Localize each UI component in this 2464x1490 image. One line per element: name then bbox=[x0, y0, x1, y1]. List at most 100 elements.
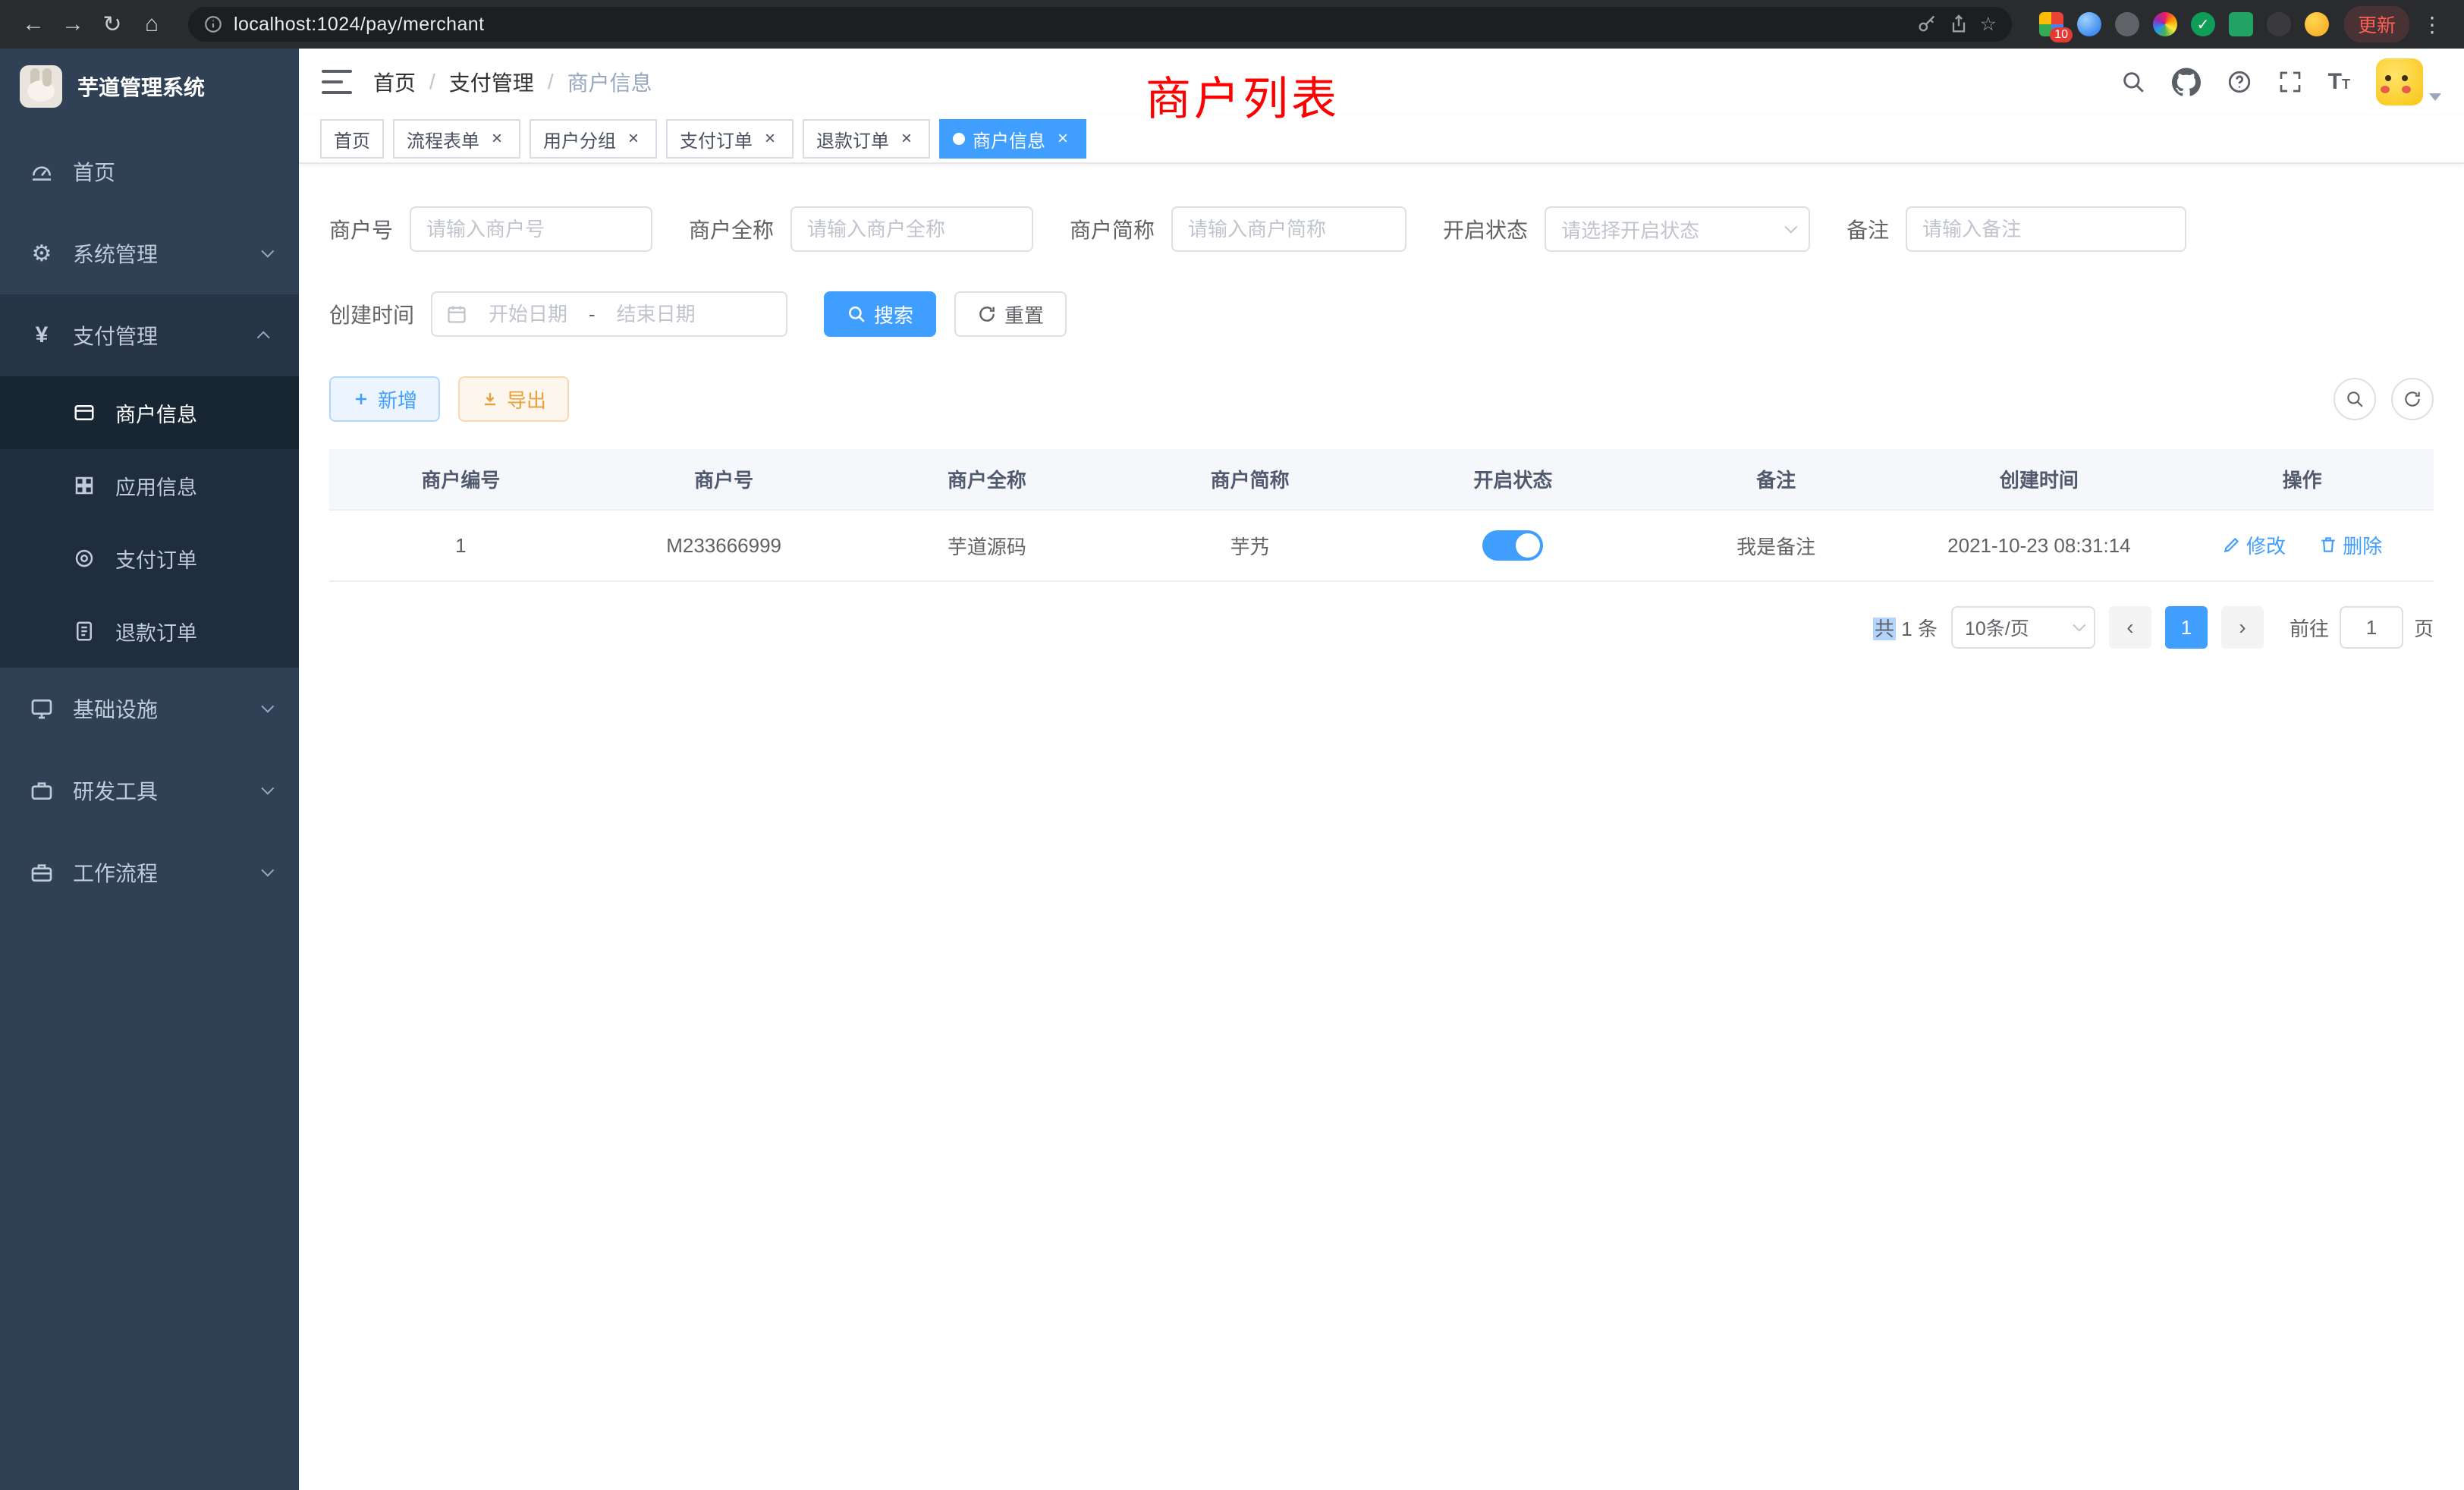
breadcrumb-home[interactable]: 首页 bbox=[373, 67, 416, 97]
tab-refund-order[interactable]: 退款订单 × bbox=[803, 119, 930, 159]
date-start-input[interactable] bbox=[476, 303, 580, 326]
browser-update-button[interactable]: 更新 bbox=[2344, 6, 2409, 42]
fullscreen-icon[interactable] bbox=[2278, 70, 2302, 94]
cell-full-name: 芋道源码 bbox=[856, 510, 1119, 581]
extension-drop-icon[interactable] bbox=[2077, 12, 2101, 36]
tab-home[interactable]: 首页 bbox=[320, 119, 384, 159]
filter-remark: 备注 bbox=[1846, 206, 2186, 252]
monitor-icon bbox=[29, 696, 55, 721]
close-icon[interactable]: × bbox=[1053, 129, 1073, 149]
status-toggle[interactable] bbox=[1482, 530, 1543, 561]
page-size-select[interactable]: 10条/页 bbox=[1951, 606, 2095, 649]
close-icon[interactable]: × bbox=[487, 129, 507, 149]
cell-short-name: 芋艿 bbox=[1118, 510, 1381, 581]
app-frame: 芋道管理系统 首页 ⚙ 系统管理 ¥ 支付管理 bbox=[0, 49, 2464, 1490]
briefcase-icon bbox=[29, 860, 55, 885]
filter-create-time: 创建时间 - bbox=[329, 291, 787, 337]
col-full-name: 商户全称 bbox=[856, 449, 1119, 510]
col-actions: 操作 bbox=[2170, 449, 2434, 510]
page-1-button[interactable]: 1 bbox=[2165, 606, 2208, 649]
sidebar-menu: 首页 ⚙ 系统管理 ¥ 支付管理 商户信息 bbox=[0, 124, 299, 1490]
toolbar-row: 新增 导出 bbox=[329, 376, 2434, 422]
sidebar-item-pay-order[interactable]: 支付订单 bbox=[0, 522, 299, 595]
sidebar-item-label: 研发工具 bbox=[73, 775, 243, 806]
sidebar-item-infra[interactable]: 基础设施 bbox=[0, 668, 299, 750]
tab-user-group[interactable]: 用户分组 × bbox=[530, 119, 657, 159]
target-icon bbox=[71, 547, 97, 570]
hamburger-icon[interactable] bbox=[322, 70, 352, 94]
sidebar-item-home[interactable]: 首页 bbox=[0, 130, 299, 212]
date-end-input[interactable] bbox=[605, 303, 708, 326]
extension-check-icon[interactable]: ✓ bbox=[2191, 12, 2215, 36]
tab-flow-form[interactable]: 流程表单 × bbox=[393, 119, 520, 159]
field-label: 商户全称 bbox=[689, 214, 774, 244]
sidebar-item-app-info[interactable]: 应用信息 bbox=[0, 449, 299, 522]
extension-sheet-icon[interactable] bbox=[2229, 12, 2253, 36]
merchant-short-input[interactable] bbox=[1171, 206, 1406, 252]
logo-rabbit-avatar bbox=[20, 65, 62, 108]
github-icon[interactable] bbox=[2172, 68, 2201, 96]
merchant-no-input[interactable] bbox=[410, 206, 652, 252]
tab-label: 支付订单 bbox=[680, 126, 753, 152]
sidebar-item-devtools[interactable]: 研发工具 bbox=[0, 750, 299, 831]
sidebar-item-label: 系统管理 bbox=[73, 238, 243, 269]
refresh-icon[interactable] bbox=[2391, 378, 2434, 420]
close-icon[interactable]: × bbox=[760, 129, 780, 149]
sidebar-item-workflow[interactable]: 工作流程 bbox=[0, 831, 299, 913]
extension-face-icon[interactable] bbox=[2305, 12, 2329, 36]
status-select[interactable]: 请选择开启状态 bbox=[1545, 206, 1810, 252]
date-range-picker[interactable]: - bbox=[431, 291, 787, 337]
delete-button[interactable]: 删除 bbox=[2318, 531, 2382, 559]
back-icon[interactable]: ← bbox=[15, 6, 52, 42]
pagination: 共 1 条 10条/页 ‹ 1 › 前往 页 bbox=[329, 606, 2434, 649]
next-page-button[interactable]: › bbox=[2221, 606, 2264, 649]
active-dot bbox=[953, 133, 965, 145]
gear-icon: ⚙ bbox=[29, 240, 55, 267]
export-button[interactable]: 导出 bbox=[458, 376, 569, 422]
merchant-name-input[interactable] bbox=[790, 206, 1033, 252]
reset-button[interactable]: 重置 bbox=[954, 291, 1067, 337]
breadcrumb-pay[interactable]: 支付管理 bbox=[449, 67, 534, 97]
sidebar-item-refund-order[interactable]: 退款订单 bbox=[0, 595, 299, 668]
site-info-icon[interactable] bbox=[203, 14, 223, 34]
browser-menu-icon[interactable]: ⋮ bbox=[2415, 12, 2449, 37]
sidebar-item-label: 工作流程 bbox=[73, 857, 243, 888]
password-key-icon[interactable] bbox=[1916, 14, 1938, 35]
home-icon[interactable]: ⌂ bbox=[134, 6, 170, 42]
search-button[interactable]: 搜索 bbox=[824, 291, 936, 337]
col-create-time: 创建时间 bbox=[1908, 449, 2171, 510]
goto-page-input[interactable] bbox=[2340, 606, 2403, 649]
sidebar: 芋道管理系统 首页 ⚙ 系统管理 ¥ 支付管理 bbox=[0, 49, 299, 1490]
font-size-icon[interactable]: TT bbox=[2328, 71, 2350, 93]
table-row: 1 M233666999 芋道源码 芋艿 我是备注 2021-10-23 08:… bbox=[329, 510, 2434, 581]
user-menu[interactable] bbox=[2376, 58, 2441, 105]
forward-icon[interactable]: → bbox=[55, 6, 91, 42]
address-bar[interactable]: localhost:1024/pay/merchant ☆ bbox=[188, 7, 2012, 42]
sidebar-item-system[interactable]: ⚙ 系统管理 bbox=[0, 212, 299, 294]
filter-status: 开启状态 请选择开启状态 bbox=[1443, 206, 1810, 252]
prev-page-button[interactable]: ‹ bbox=[2109, 606, 2151, 649]
help-icon[interactable] bbox=[2227, 69, 2252, 95]
cell-remark: 我是备注 bbox=[1645, 510, 1908, 581]
close-icon[interactable]: × bbox=[897, 129, 916, 149]
show-search-toggle-icon[interactable] bbox=[2334, 378, 2376, 420]
add-button[interactable]: 新增 bbox=[329, 376, 440, 422]
remark-input[interactable] bbox=[1906, 206, 2186, 252]
reload-icon[interactable]: ↻ bbox=[94, 6, 130, 42]
tab-merchant-info[interactable]: 商户信息 × bbox=[939, 119, 1086, 159]
extension-grid-icon[interactable]: 10 bbox=[2039, 12, 2063, 36]
close-icon[interactable]: × bbox=[624, 129, 643, 149]
extension-rainbow-icon[interactable] bbox=[2153, 12, 2177, 36]
extension-pin-icon[interactable] bbox=[2267, 12, 2291, 36]
extension-dark-icon[interactable] bbox=[2115, 12, 2139, 36]
app-logo[interactable]: 芋道管理系统 bbox=[0, 49, 299, 124]
edit-button[interactable]: 修改 bbox=[2222, 531, 2286, 559]
bookmark-star-icon[interactable]: ☆ bbox=[1980, 13, 1997, 36]
calendar-icon bbox=[446, 303, 467, 325]
top-navbar: 首页 / 支付管理 / 商户信息 TT bbox=[299, 49, 2464, 115]
sidebar-item-pay[interactable]: ¥ 支付管理 bbox=[0, 294, 299, 376]
share-icon[interactable] bbox=[1948, 14, 1969, 35]
sidebar-item-merchant-info[interactable]: 商户信息 bbox=[0, 376, 299, 449]
tab-pay-order[interactable]: 支付订单 × bbox=[666, 119, 794, 159]
search-icon[interactable] bbox=[2120, 69, 2146, 95]
